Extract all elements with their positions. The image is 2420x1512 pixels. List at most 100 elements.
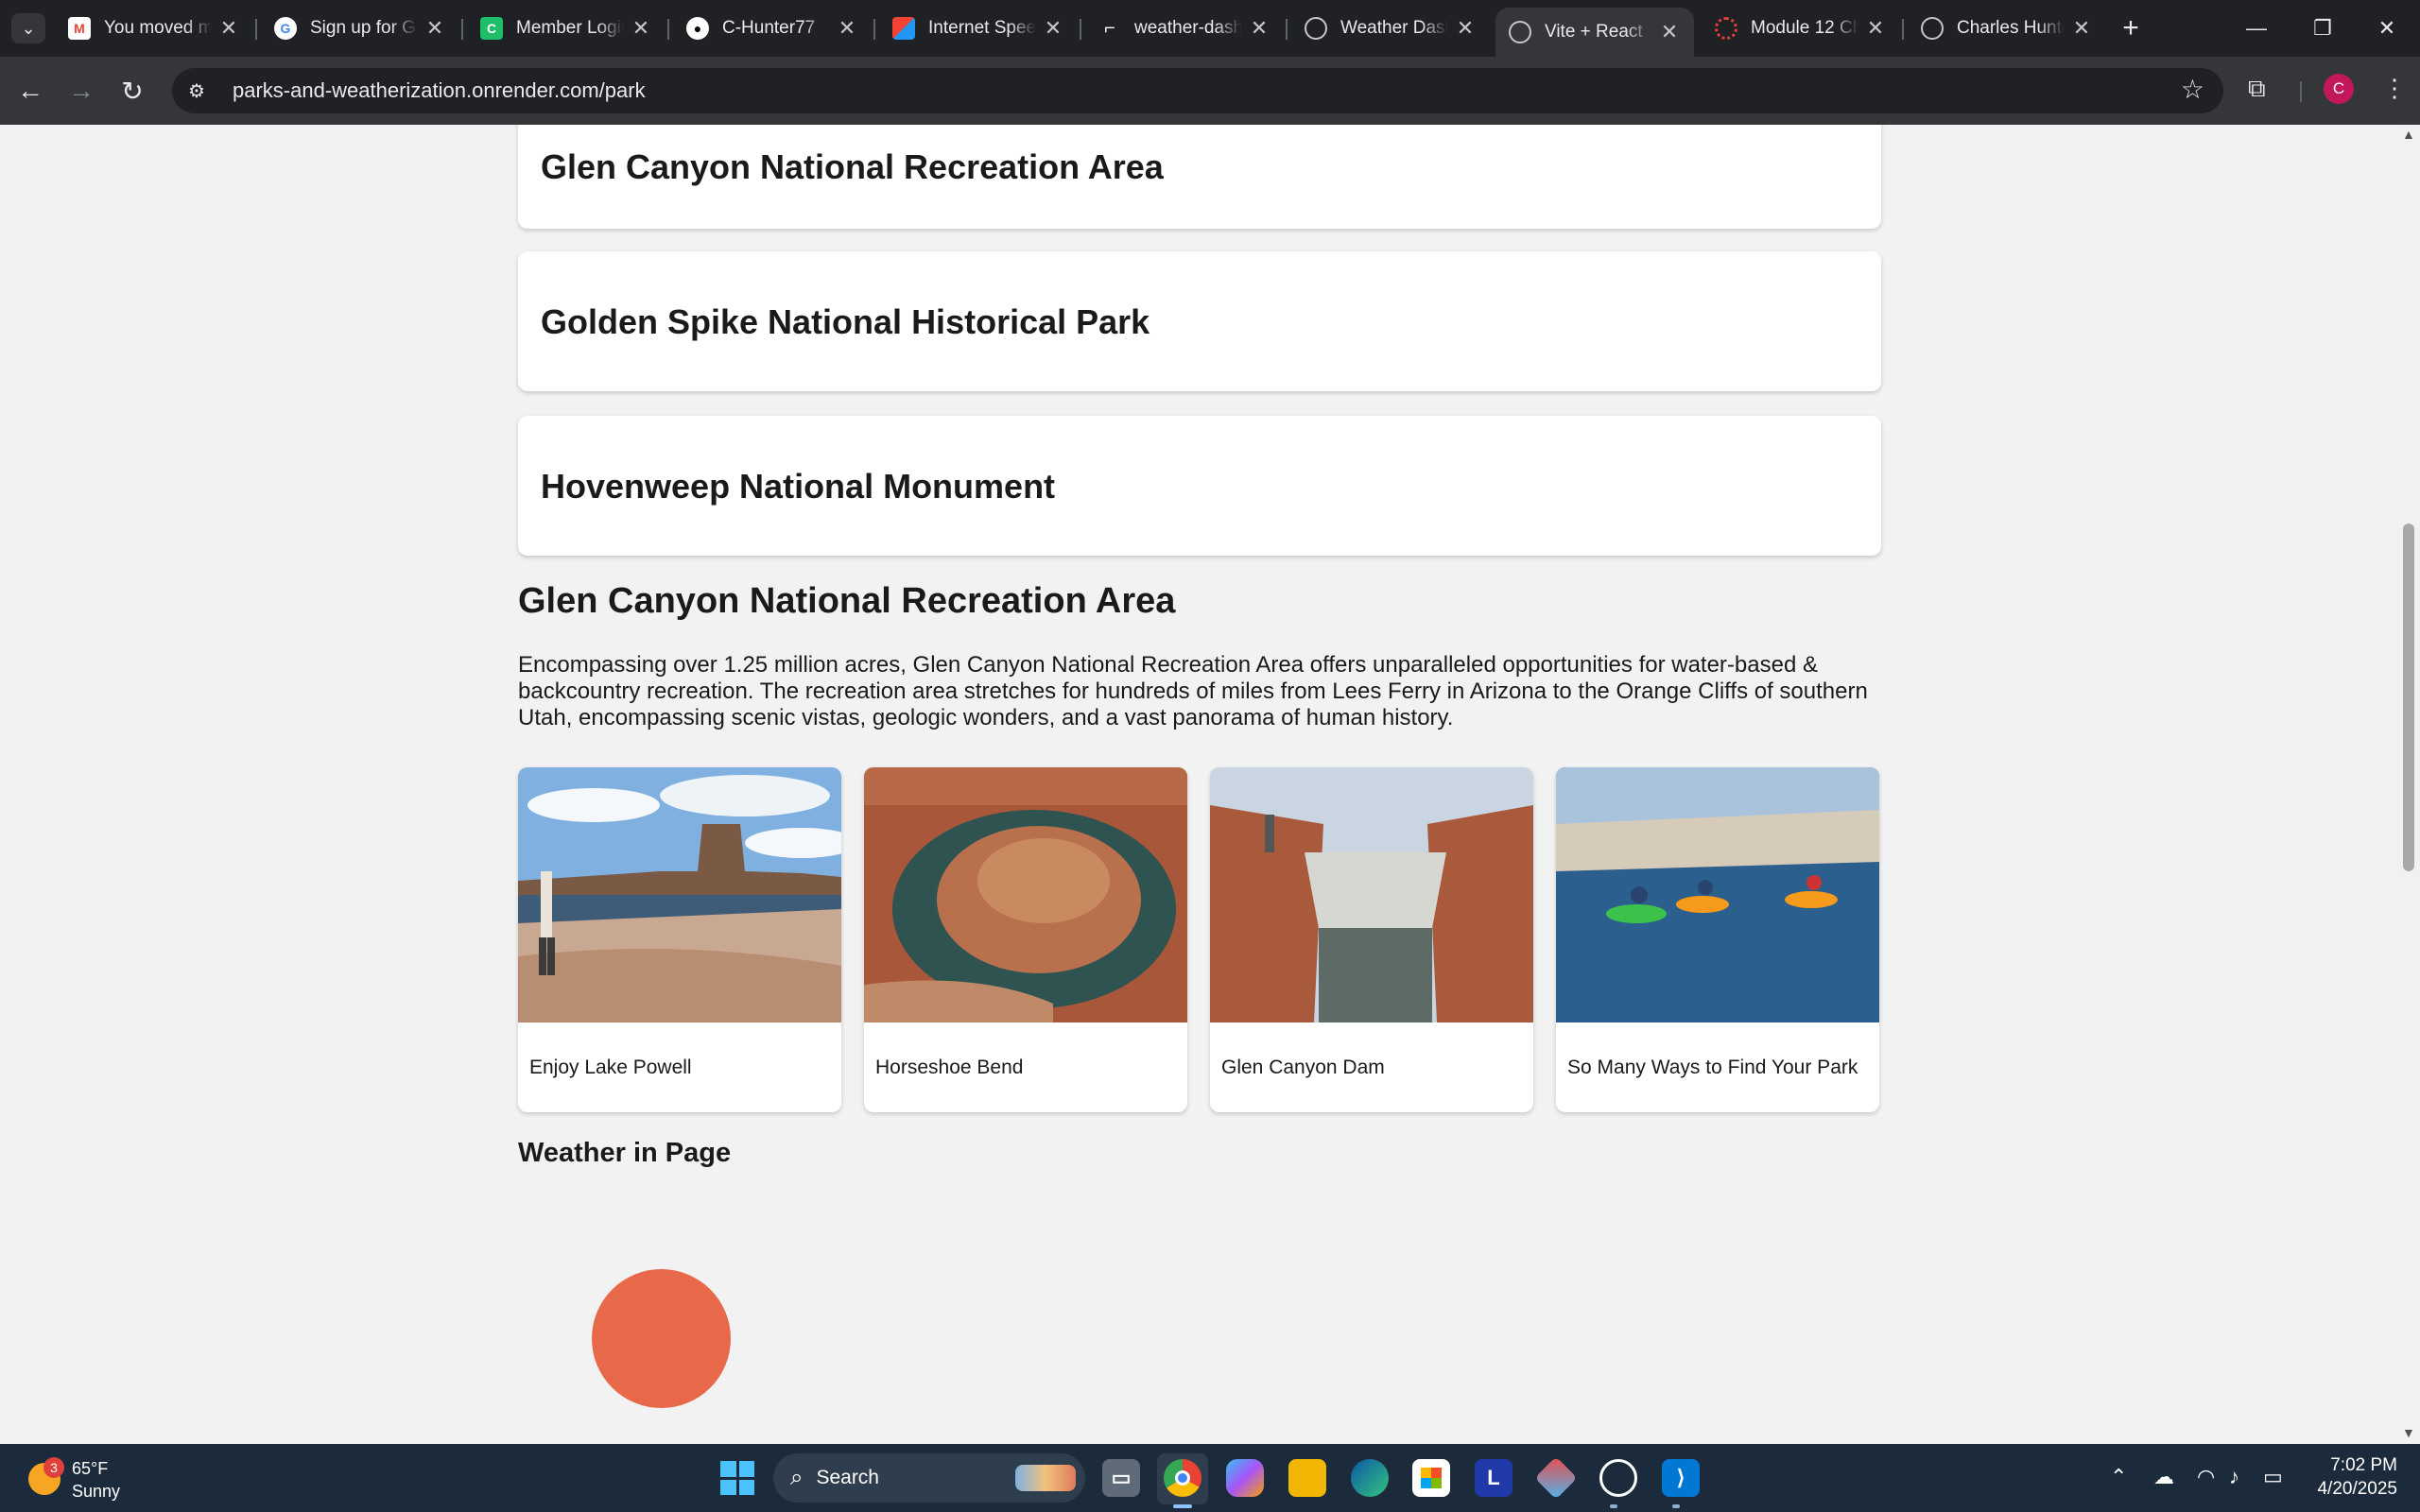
close-icon[interactable]: ✕ (424, 16, 446, 41)
park-image-card[interactable]: So Many Ways to Find Your Park (1556, 767, 1879, 1112)
extensions-icon[interactable]: ⧉ (2248, 74, 2266, 104)
tab-weather-dash[interactable]: Weather Dash ✕ (1291, 8, 1490, 49)
more-menu-icon[interactable]: ⋮ (2382, 74, 2407, 103)
close-icon[interactable]: ✕ (2070, 16, 2093, 41)
tab-divider (1286, 19, 1288, 40)
close-icon[interactable]: ✕ (217, 16, 240, 41)
minimize-button[interactable]: — (2233, 9, 2280, 47)
tab-title: Vite + React (1545, 22, 1643, 42)
task-view-icon[interactable]: ▭ (1102, 1459, 1140, 1497)
back-button[interactable]: ← (11, 72, 49, 110)
image-caption: Horseshoe Bend (875, 1057, 1024, 1078)
tab-divider (461, 19, 463, 40)
git-app-icon[interactable] (1534, 1456, 1578, 1500)
tab-weather-dash-render[interactable]: ⌐ weather-dash ✕ (1085, 8, 1284, 49)
park-image-card[interactable]: Horseshoe Bend (864, 767, 1187, 1112)
weather-temperature: 65°F (72, 1459, 109, 1478)
battery-icon[interactable]: ▭ (2263, 1465, 2283, 1489)
wifi-icon[interactable]: ◠ (2197, 1465, 2215, 1489)
tab-vite-react[interactable]: Vite + React ✕ (1495, 8, 1694, 57)
site-info-button[interactable]: ⚙ (176, 70, 217, 112)
chevron-up-icon[interactable]: ⌃ (2110, 1465, 2127, 1489)
restore-button[interactable]: ❐ (2299, 9, 2346, 47)
edge-icon[interactable] (1351, 1459, 1389, 1497)
vscode-icon[interactable]: ⟩ (1662, 1459, 1700, 1497)
close-icon[interactable]: ✕ (1248, 16, 1270, 41)
search-label: Search (816, 1467, 879, 1488)
weather-condition: Sunny (72, 1482, 121, 1501)
close-icon[interactable]: ✕ (836, 16, 858, 41)
park-image-card[interactable]: Enjoy Lake Powell (518, 767, 841, 1112)
windows-logo-icon (738, 1461, 754, 1477)
tab-github[interactable]: ● C-Hunter77 ✕ (673, 8, 872, 49)
tab-internet-speed[interactable]: Internet Speed ✕ (879, 8, 1078, 49)
park-card[interactable]: Golden Spike National Historical Park (518, 251, 1881, 391)
kayakers-photo (1556, 767, 1879, 1022)
windows-logo-icon (738, 1479, 754, 1495)
tab-module-12[interactable]: Module 12 Ch ✕ (1702, 8, 1900, 49)
scroll-down-icon[interactable]: ▼ (2402, 1425, 2415, 1440)
toolbar-divider (2300, 81, 2302, 102)
tab-title: C-Hunter77 (722, 18, 816, 38)
url-text[interactable]: parks-and-weatherization.onrender.com/pa… (233, 78, 646, 103)
address-bar[interactable]: ⚙ parks-and-weatherization.onrender.com/… (172, 68, 2223, 113)
system-clock[interactable]: 7:02 PM 4/20/2025 (2312, 1453, 2397, 1501)
tab-gmail[interactable]: M You moved m ✕ (55, 8, 253, 49)
notification-badge: 3 (43, 1457, 64, 1478)
chrome-center (1175, 1470, 1190, 1486)
close-icon[interactable]: ✕ (1454, 16, 1477, 41)
scroll-thumb[interactable] (2403, 524, 2414, 871)
globe-icon (1921, 17, 1944, 40)
taskbar-search[interactable]: ⌕ Search (773, 1453, 1085, 1503)
tune-icon: ⚙ (188, 80, 205, 102)
gmail-icon: M (68, 17, 91, 40)
park-description: Encompassing over 1.25 million acres, Gl… (518, 652, 1868, 730)
start-button[interactable] (720, 1461, 754, 1495)
tab-google-signup[interactable]: G Sign up for Gr ✕ (261, 8, 459, 49)
close-icon[interactable]: ✕ (1864, 16, 1887, 41)
globe-icon (1305, 17, 1327, 40)
park-image-card[interactable]: Glen Canyon Dam (1210, 767, 1533, 1112)
store-logo (1421, 1468, 1442, 1488)
image-caption: So Many Ways to Find Your Park (1567, 1057, 1858, 1078)
horseshoe-bend-photo (864, 767, 1187, 1022)
tab-charles-hunter[interactable]: Charles Hunte ✕ (1908, 8, 2106, 49)
volume-icon[interactable]: ♪ (2229, 1465, 2239, 1489)
windows-taskbar: 3 65°F Sunny ⌕ Search ▭ L ⟩ ⌃ ☁ ◠ ♪ ▭ 7:… (0, 1444, 2420, 1512)
copilot-icon[interactable] (1226, 1459, 1264, 1497)
chatgpt-icon[interactable] (1599, 1459, 1637, 1497)
page-scrollbar[interactable]: ▲ ▼ (2397, 125, 2420, 1444)
clock-time: 7:02 PM (2330, 1455, 2397, 1475)
forward-arrow-icon: → (68, 76, 95, 105)
chrome-icon[interactable] (1164, 1459, 1201, 1497)
scroll-up-icon[interactable]: ▲ (2402, 127, 2415, 142)
tab-member-login[interactable]: C Member Login ✕ (467, 8, 666, 49)
windows-logo-icon (720, 1479, 736, 1495)
close-icon[interactable]: ✕ (630, 16, 652, 41)
weather-widget[interactable]: 3 65°F Sunny (28, 1455, 142, 1503)
tab-strip: ⌄ M You moved m ✕ G Sign up for Gr ✕ C M… (0, 0, 2420, 57)
l-app-icon[interactable]: L (1475, 1459, 1512, 1497)
new-tab-button[interactable]: + (2114, 11, 2148, 45)
park-card-title: Glen Canyon National Recreation Area (541, 147, 1164, 186)
close-window-button[interactable]: ✕ (2363, 9, 2411, 47)
close-icon[interactable]: ✕ (1042, 16, 1064, 41)
forward-button[interactable]: → (62, 72, 100, 110)
file-explorer-icon[interactable] (1288, 1459, 1326, 1497)
tab-search-button[interactable]: ⌄ (11, 13, 45, 43)
park-card[interactable]: Hovenweep National Monument (518, 416, 1881, 556)
running-indicator (1672, 1504, 1680, 1508)
sunny-weather-icon (592, 1269, 731, 1408)
profile-avatar[interactable]: C (2324, 74, 2354, 104)
microsoft-store-icon[interactable] (1412, 1459, 1450, 1497)
park-detail-title: Glen Canyon National Recreation Area (518, 581, 1176, 621)
close-icon[interactable]: ✕ (1658, 20, 1681, 44)
bookmark-star-icon[interactable]: ☆ (2181, 74, 2204, 105)
park-card[interactable]: Glen Canyon National Recreation Area (518, 125, 1881, 229)
tab-divider (255, 19, 257, 40)
onedrive-icon[interactable]: ☁ (2153, 1465, 2174, 1489)
reload-icon: ↻ (121, 76, 144, 106)
reload-button[interactable]: ↻ (113, 72, 151, 110)
image-caption: Glen Canyon Dam (1221, 1057, 1385, 1078)
tab-title: Charles Hunte (1957, 18, 2065, 38)
